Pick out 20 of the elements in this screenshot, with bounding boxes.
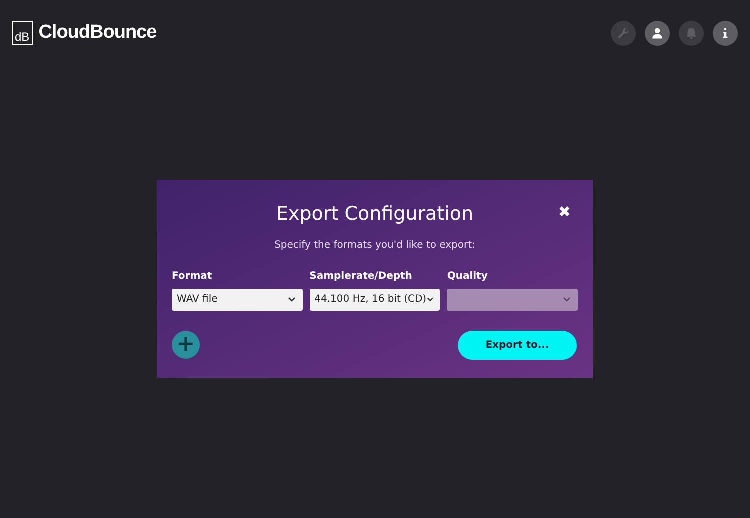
- field-label: Samplerate/Depth: [310, 270, 414, 284]
- dropdown[interactable]: WAV file: [172, 288, 303, 310]
- close-button[interactable]: ✖: [558, 201, 571, 224]
- export-button[interactable]: Export to...: [458, 330, 577, 360]
- user-icon[interactable]: [645, 20, 670, 46]
- chevron-down-icon: [288, 297, 296, 302]
- dropdown[interactable]: 44.100 Hz, 16 bit (CD): [310, 288, 440, 310]
- dropdown-value: WAV file: [177, 293, 218, 307]
- field-label: Format: [172, 270, 214, 284]
- dropdown-value: 44.100 Hz, 16 bit (CD): [314, 293, 427, 307]
- bell-icon[interactable]: [679, 20, 704, 46]
- chevron-down-icon: [563, 297, 571, 302]
- logo-mark: dB: [12, 21, 33, 45]
- app-name: CloudBounce: [38, 20, 157, 45]
- field-label: Quality: [447, 270, 489, 284]
- wrench-icon[interactable]: [611, 20, 636, 46]
- info-icon[interactable]: [713, 20, 738, 46]
- chevron-down-icon: [426, 297, 434, 302]
- dialog-subtitle: Specify the formats you'd like to export:: [274, 238, 476, 252]
- dialog-title: Export Configuration: [276, 202, 474, 227]
